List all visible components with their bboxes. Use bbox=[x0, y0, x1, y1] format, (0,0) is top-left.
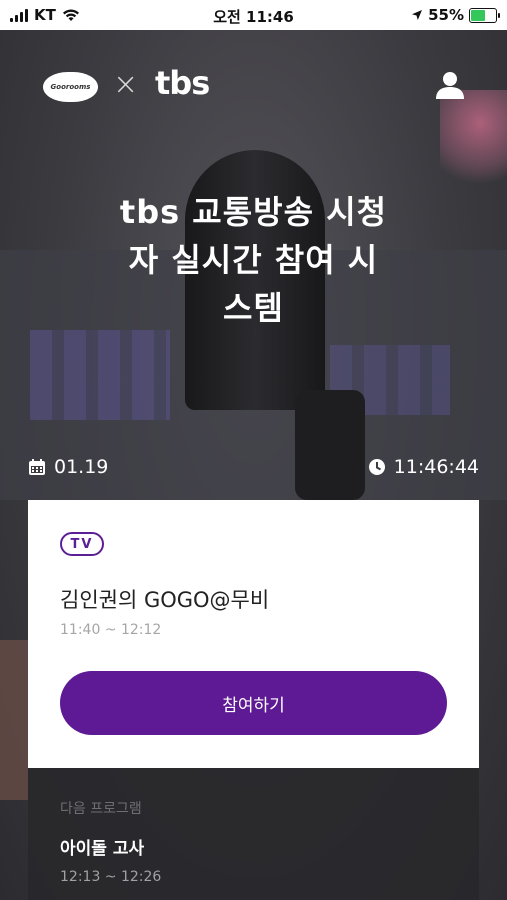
date-text: 01.19 bbox=[54, 456, 109, 478]
next-program-label: 다음 프로그램 bbox=[60, 801, 142, 817]
location-arrow-icon bbox=[412, 10, 423, 20]
separator-x: × bbox=[113, 67, 139, 102]
title-line-2: 자 실시간 참여 시 bbox=[128, 241, 379, 279]
calendar-icon bbox=[29, 459, 45, 475]
program-time: 11:40 ~ 12:12 bbox=[60, 622, 162, 638]
battery-icon bbox=[469, 7, 500, 23]
tbs-logo: tbs bbox=[155, 64, 210, 102]
channel-badge: TV bbox=[60, 532, 104, 556]
program-title: 김인권의 GOGO@무비 bbox=[60, 588, 270, 612]
current-program-card: TV 김인권의 GOGO@무비 11:40 ~ 12:12 참여하기 bbox=[28, 500, 479, 768]
next-program-panel: 다음 프로그램 아이돌 고사 12:13 ~ 12:26 bbox=[28, 768, 479, 900]
clock-icon bbox=[368, 459, 385, 475]
clock-display: 11:46:44 bbox=[368, 456, 479, 478]
clock-text: 11:46:44 bbox=[393, 456, 479, 478]
next-program-time: 12:13 ~ 12:26 bbox=[60, 869, 162, 885]
user-profile-icon[interactable] bbox=[433, 68, 467, 102]
partner-logo: Goorooms bbox=[43, 72, 98, 102]
title-line-1: tbs 교통방송 시청 bbox=[119, 193, 388, 231]
date-display: 01.19 bbox=[28, 456, 108, 478]
title-line-3: 스템 bbox=[223, 289, 284, 327]
app-header: Goorooms × tbs bbox=[0, 30, 507, 140]
status-bar: KT 오전 11:46 55% bbox=[0, 0, 507, 30]
join-button[interactable]: 참여하기 bbox=[60, 671, 447, 735]
page-title: tbs 교통방송 시청 자 실시간 참여 시 스템 bbox=[60, 188, 447, 332]
status-right: 55% bbox=[411, 6, 500, 24]
battery-percent: 55% bbox=[428, 6, 464, 24]
next-program-title: 아이돌 고사 bbox=[60, 839, 145, 859]
